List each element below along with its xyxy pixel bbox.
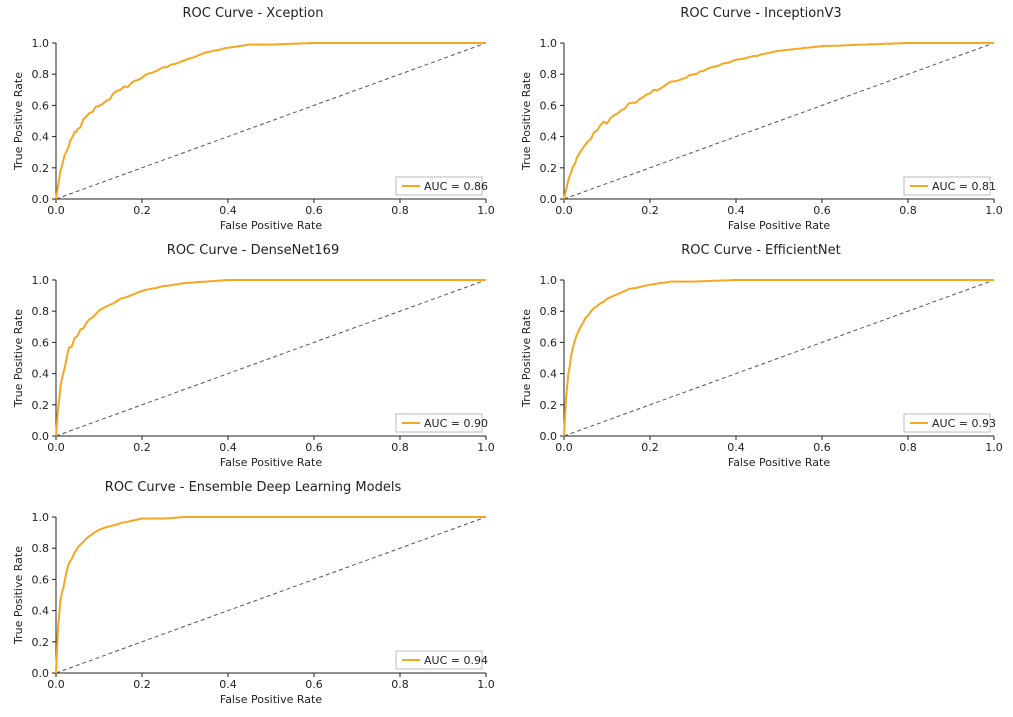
chart-cell-0: ROC Curve - Xception 0.00.20.40.60.81.00… [8, 6, 498, 237]
roc-chart-4: 0.0 0.2 0.4 0.6 0.8 1.0 0.0 0.2 0.4 0.6 0.8 1.0 Fals… [8, 497, 498, 707]
x-tick-label: 0.8 [391, 204, 409, 217]
chart-title: ROC Curve - EfficientNet [516, 243, 1006, 258]
chart-title: ROC Curve - Xception [8, 6, 498, 21]
chance-line [56, 43, 486, 199]
x-tick-label: 0.0 [47, 441, 65, 454]
x-tick-label: 0.6 [305, 678, 323, 691]
y-axis-label: True Positive Rate [12, 309, 25, 408]
y-tick-label: 0.0 [540, 430, 558, 443]
x-tick-label: 0.8 [899, 441, 917, 454]
x-tick-label: 0.8 [391, 441, 409, 454]
x-tick-label: 0.6 [305, 441, 323, 454]
y-tick-label: 0.4 [540, 131, 558, 144]
chart-cell-3: ROC Curve - EfficientNet 0.0 0.2 0.4 0.6 0.8… [516, 243, 1006, 474]
y-axis-label: True Positive Rate [12, 72, 25, 171]
y-axis-label: True Positive Rate [12, 546, 25, 645]
y-tick-label: 0.0 [32, 667, 50, 680]
y-tick-label: 0.0 [32, 430, 50, 443]
y-tick-label: 0.2 [32, 162, 50, 175]
x-tick-label: 0.2 [641, 441, 659, 454]
x-tick-label: 1.0 [477, 441, 495, 454]
x-tick-label: 0.0 [555, 441, 573, 454]
x-tick-label: 0.4 [219, 441, 237, 454]
x-axis-label: False Positive Rate [220, 693, 322, 706]
y-tick-label: 0.2 [540, 162, 558, 175]
chance-line [56, 280, 486, 436]
y-tick-label: 1.0 [540, 274, 558, 287]
chance-line [564, 280, 994, 436]
legend-label: AUC = 0.86 [424, 180, 488, 193]
y-tick-label: 0.6 [540, 336, 558, 349]
x-tick-label: 0.4 [219, 204, 237, 217]
x-tick-label: 1.0 [985, 441, 1003, 454]
y-axis-label: True Positive Rate [520, 72, 533, 171]
y-tick-label: 0.6 [32, 573, 50, 586]
y-tick-label: 0.4 [32, 131, 50, 144]
y-tick-label: 0.0 [540, 193, 558, 206]
x-tick-label: 0.6 [813, 441, 831, 454]
roc-chart-0: 0.0 0.2 0.4 0.6 0.8 1.0 0.0 0.2 0.4 0.6 0.8 1.0 Fals… [8, 23, 498, 233]
x-tick-label: 0.0 [555, 204, 573, 217]
x-tick-label: 0.4 [727, 204, 745, 217]
y-tick-label: 0.4 [32, 605, 50, 618]
roc-chart-1: 0.0 0.2 0.4 0.6 0.8 1.0 0.0 0.2 0.4 0.6 0.8 1.0 Fals… [516, 23, 1006, 233]
legend-label: AUC = 0.93 [932, 417, 996, 430]
x-tick-label: 0.2 [641, 204, 659, 217]
y-tick-label: 0.2 [540, 399, 558, 412]
x-tick-label: 0.4 [727, 441, 745, 454]
x-tick-label: 1.0 [477, 204, 495, 217]
x-axis-label: False Positive Rate [220, 219, 322, 232]
chart-title: ROC Curve - InceptionV3 [516, 6, 1006, 21]
x-tick-label: 1.0 [985, 204, 1003, 217]
x-tick-label: 0.4 [219, 678, 237, 691]
chart-title: ROC Curve - Ensemble Deep Learning Model… [8, 480, 498, 495]
x-tick-label: 0.0 [47, 204, 65, 217]
legend-label: AUC = 0.94 [424, 654, 488, 667]
y-tick-label: 0.2 [32, 636, 50, 649]
y-tick-label: 0.8 [32, 68, 50, 81]
chance-line [56, 517, 486, 673]
chart-title: ROC Curve - DenseNet169 [8, 243, 498, 258]
x-axis-label: False Positive Rate [220, 456, 322, 469]
y-tick-label: 0.4 [32, 368, 50, 381]
y-tick-label: 0.8 [540, 68, 558, 81]
y-axis-label: True Positive Rate [520, 309, 533, 408]
y-tick-label: 0.8 [32, 305, 50, 318]
y-tick-label: 0.8 [540, 305, 558, 318]
legend-label: AUC = 0.90 [424, 417, 488, 430]
y-tick-label: 0.6 [540, 99, 558, 112]
y-tick-label: 0.6 [32, 336, 50, 349]
chart-cell-1: ROC Curve - InceptionV3 0.0 0.2 0.4 0.6 0.8 1… [516, 6, 1006, 237]
x-tick-label: 0.2 [133, 678, 151, 691]
x-tick-label: 0.6 [813, 204, 831, 217]
x-tick-label: 0.8 [391, 678, 409, 691]
y-tick-label: 1.0 [540, 37, 558, 50]
y-tick-label: 0.2 [32, 399, 50, 412]
x-tick-label: 0.2 [133, 204, 151, 217]
x-tick-label: 1.0 [477, 678, 495, 691]
empty-cell [516, 480, 1006, 711]
y-tick-label: 1.0 [32, 274, 50, 287]
x-tick-label: 0.2 [133, 441, 151, 454]
x-tick-label: 0.6 [305, 204, 323, 217]
roc-chart-2: 0.0 0.2 0.4 0.6 0.8 1.0 0.0 0.2 0.4 0.6 0.8 1.0 Fals… [8, 260, 498, 470]
x-axis-label: False Positive Rate [728, 456, 830, 469]
x-tick-label: 0.0 [47, 678, 65, 691]
x-tick-label: 0.8 [899, 204, 917, 217]
y-tick-label: 0.6 [32, 99, 50, 112]
chance-line [564, 43, 994, 199]
chart-cell-4: ROC Curve - Ensemble Deep Learning Model… [8, 480, 498, 711]
y-tick-label: 0.8 [32, 542, 50, 555]
chart-grid: ROC Curve - Xception 0.00.20.40.60.81.00… [0, 0, 1013, 717]
roc-chart-3: 0.0 0.2 0.4 0.6 0.8 1.0 0.0 0.2 0.4 0.6 0.8 1.0 Fals… [516, 260, 1006, 470]
y-tick-label: 1.0 [32, 511, 50, 524]
y-tick-label: 0.4 [540, 368, 558, 381]
chart-cell-2: ROC Curve - DenseNet169 0.0 0.2 0.4 0.6 0.8 1… [8, 243, 498, 474]
y-tick-label: 1.0 [32, 37, 50, 50]
x-axis-label: False Positive Rate [728, 219, 830, 232]
y-tick-label: 0.0 [32, 193, 50, 206]
legend-label: AUC = 0.81 [932, 180, 996, 193]
